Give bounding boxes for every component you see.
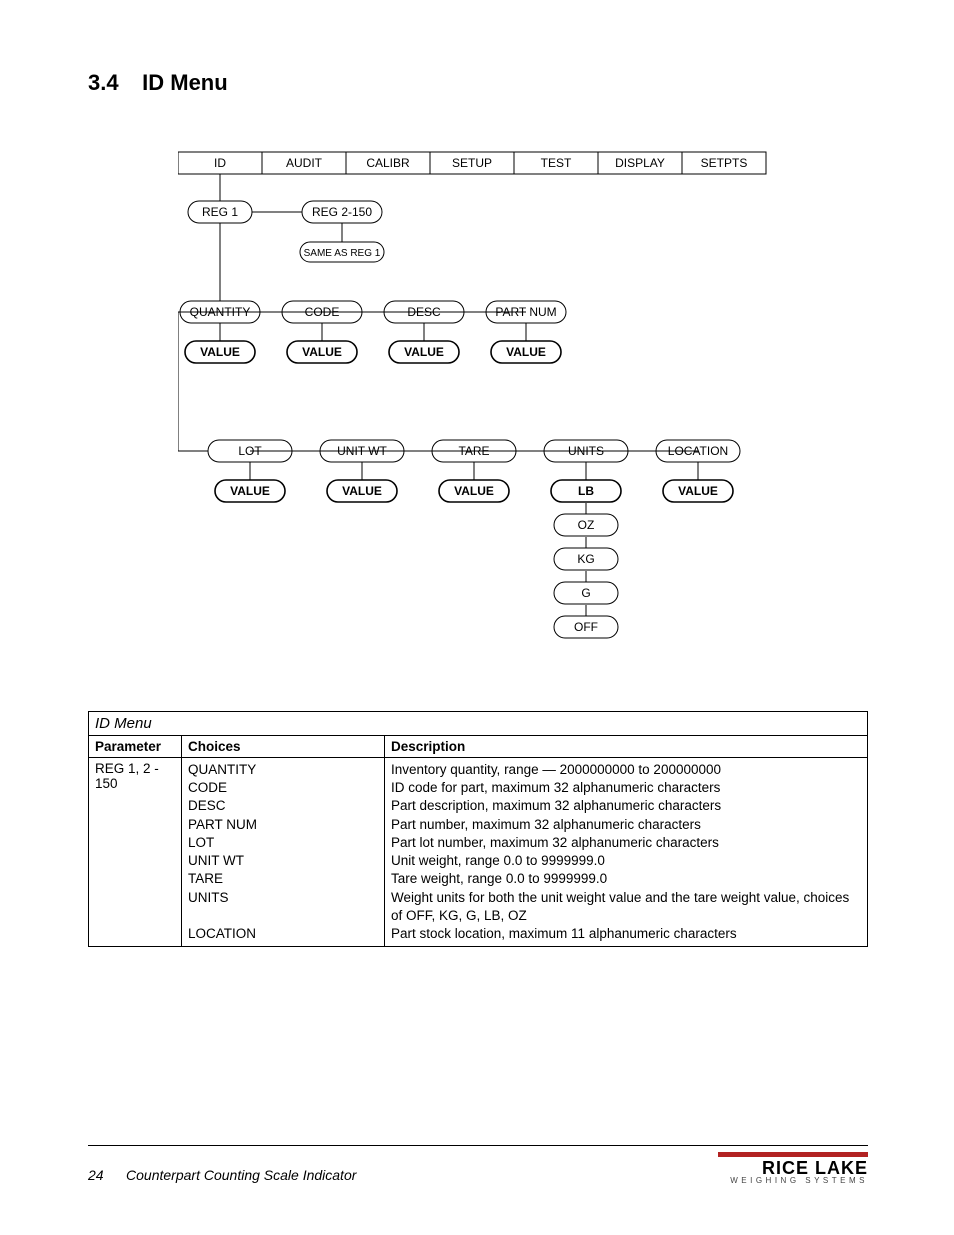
id-menu-table: ID Menu Parameter Choices Description RE… xyxy=(88,711,868,947)
logo-sub: WEIGHING SYSTEMS xyxy=(718,1177,868,1185)
svg-text:REG 2-150: REG 2-150 xyxy=(312,205,372,219)
section-heading: 3.4 ID Menu xyxy=(88,70,868,96)
svg-text:TEST: TEST xyxy=(541,156,572,170)
section-title: ID Menu xyxy=(142,70,228,95)
logo-bar-icon xyxy=(718,1152,868,1157)
page-number: 24 xyxy=(88,1167,104,1183)
logo: RICE LAKE WEIGHING SYSTEMS xyxy=(718,1152,868,1185)
svg-text:DISPLAY: DISPLAY xyxy=(615,156,665,170)
svg-text:SETUP: SETUP xyxy=(452,156,492,170)
svg-text:LB: LB xyxy=(578,484,594,498)
section-number: 3.4 xyxy=(88,70,136,96)
svg-text:SETPTS: SETPTS xyxy=(701,156,748,170)
desc-cell: Inventory quantity, range — 2000000000 t… xyxy=(385,758,868,947)
svg-text:KG: KG xyxy=(577,552,594,566)
doc-title: Counterpart Counting Scale Indicator xyxy=(126,1167,356,1183)
svg-text:CALIBR: CALIBR xyxy=(366,156,410,170)
svg-text:VALUE: VALUE xyxy=(454,484,494,498)
svg-text:VALUE: VALUE xyxy=(230,484,270,498)
svg-text:VALUE: VALUE xyxy=(404,345,444,359)
logo-name: RICE LAKE xyxy=(718,1159,868,1177)
svg-text:VALUE: VALUE xyxy=(342,484,382,498)
svg-text:OZ: OZ xyxy=(578,518,595,532)
col-parameter: Parameter xyxy=(89,736,182,758)
menu-diagram: ID AUDIT CALIBR SETUP TEST DISPLAY SETPTS REG … xyxy=(178,146,868,671)
svg-text:VALUE: VALUE xyxy=(302,345,342,359)
choices-cell: QUANTITY CODE DESC PART NUM LOT UNIT WT … xyxy=(182,758,385,947)
svg-text:G: G xyxy=(581,586,590,600)
svg-text:ID: ID xyxy=(214,156,226,170)
col-description: Description xyxy=(385,736,868,758)
col-choices: Choices xyxy=(182,736,385,758)
svg-text:OFF: OFF xyxy=(574,620,598,634)
table-caption: ID Menu xyxy=(89,712,868,736)
svg-text:SAME AS REG 1: SAME AS REG 1 xyxy=(304,248,381,259)
svg-text:VALUE: VALUE xyxy=(506,345,546,359)
svg-text:REG 1: REG 1 xyxy=(202,205,238,219)
page-footer: 24 Counterpart Counting Scale Indicator … xyxy=(88,1145,868,1185)
svg-text:AUDIT: AUDIT xyxy=(286,156,323,170)
svg-text:VALUE: VALUE xyxy=(200,345,240,359)
param-cell: REG 1, 2 - 150 xyxy=(89,758,182,947)
svg-text:VALUE: VALUE xyxy=(678,484,718,498)
